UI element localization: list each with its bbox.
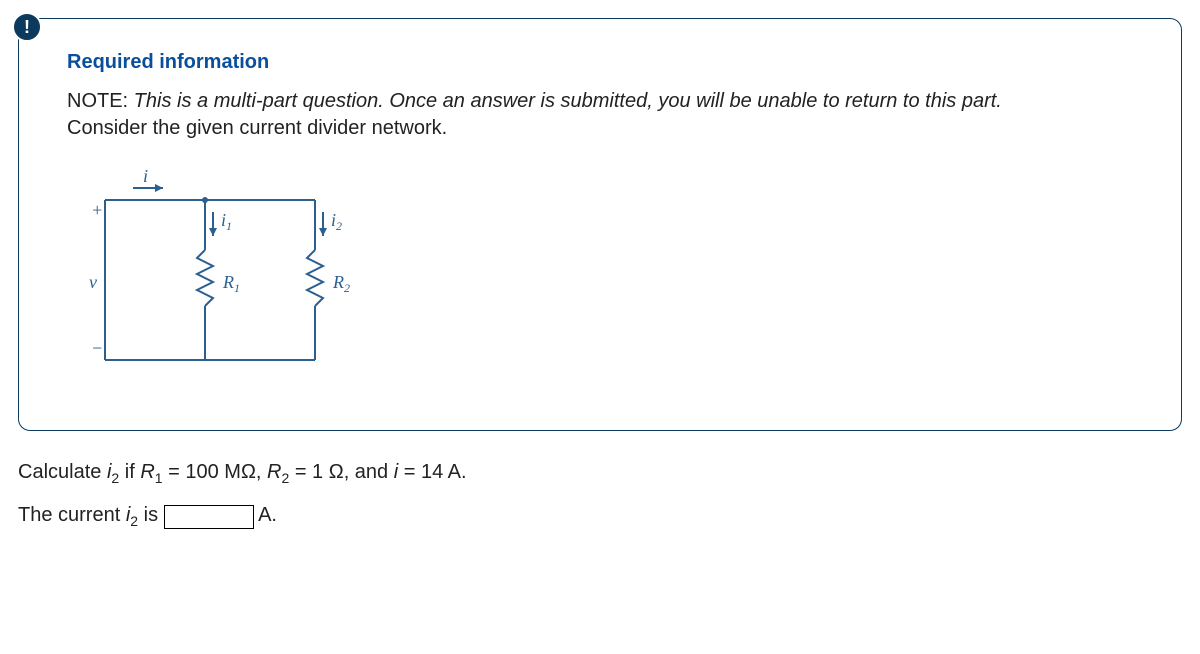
ans-pre: The current [18,504,126,526]
r2-label: R2 [332,272,350,295]
plus-label: + [91,200,103,220]
r1-label: R1 [222,272,240,295]
circuit-diagram: i + v − i1 i2 R1 R2 [85,170,365,390]
answer-input[interactable] [164,505,254,529]
info-badge-symbol: ! [24,17,30,38]
calc-r2: R [267,461,281,483]
consider-line: Consider the given current divider netwo… [67,117,1133,140]
info-badge: ! [12,12,42,42]
note-italic: This is a multi-part question. Once an a… [134,90,1002,112]
calc-r2-val: = 1 Ω, and [289,461,393,483]
answer-line: The current i2 is A. [18,504,1182,529]
required-heading: Required information [67,51,1133,74]
ans-unit: A. [258,504,277,526]
v-label: v [89,272,97,292]
calc-pre: Calculate [18,461,107,483]
i-label: i [143,166,148,186]
i1-label: i1 [221,210,232,233]
ans-mid: is [138,504,164,526]
calc-r1-val: = 100 MΩ, [163,461,267,483]
calc-i-val: = 14 A. [398,461,466,483]
calc-if: if [119,461,140,483]
note-line: NOTE: This is a multi-part question. Onc… [67,88,1133,115]
ans-i2-sub: 2 [130,513,138,529]
note-prefix: NOTE: [67,90,134,112]
i2-label: i2 [331,210,342,233]
calc-r1: R [140,461,154,483]
required-info-box: Required information NOTE: This is a mul… [18,18,1182,431]
calc-r1-sub: 1 [155,470,163,486]
calculate-line: Calculate i2 if R1 = 100 MΩ, R2 = 1 Ω, a… [18,461,1182,486]
minus-label: − [91,338,103,358]
